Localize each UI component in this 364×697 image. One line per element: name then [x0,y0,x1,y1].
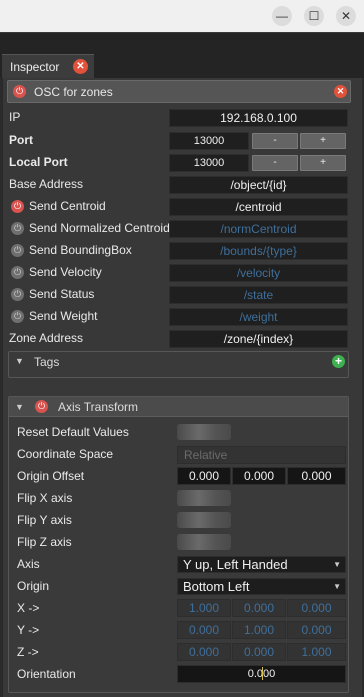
x-mapping-label: X -> [17,601,40,615]
send-status-label: Send Status [29,287,95,301]
base-address-field[interactable]: /object/{id} [169,176,348,194]
send-bbox-field: /bounds/{type} [169,242,348,260]
axis-transform-power-icon[interactable]: ⏻ [35,400,48,413]
flip-x-toggle[interactable] [177,490,231,506]
send-weight-label: Send Weight [29,309,98,323]
origin-select[interactable]: Bottom Left ▼ [177,578,346,595]
local-port-decrement-button[interactable]: - [252,155,298,171]
axis-transform-title: Axis Transform [58,400,139,414]
origin-select-value: Bottom Left [183,579,250,594]
flip-z-toggle[interactable] [177,534,231,550]
local-port-label: Local Port [9,155,68,169]
window-titlebar: — ☐ ✕ [0,0,364,32]
send-bbox-toggle-icon[interactable]: ⏻ [11,244,24,257]
z-mapping-z-field: 1.000 [287,643,346,661]
local-port-field[interactable]: 13000 [169,154,249,172]
send-centroid-toggle-icon[interactable]: ⏻ [11,200,24,213]
send-norm-centroid-field: /normCentroid [169,220,348,238]
y-mapping-x-field: 0.000 [177,621,231,639]
coordinate-space-select[interactable]: Relative [177,446,346,464]
chevron-down-icon[interactable]: ▼ [15,356,24,366]
base-address-label: Base Address [9,177,84,191]
power-icon[interactable]: ⏻ [13,85,26,98]
flip-y-toggle[interactable] [177,512,231,528]
send-norm-centroid-toggle-icon[interactable]: ⏻ [11,222,24,235]
ip-label: IP [9,110,21,124]
send-norm-centroid-label: Send Normalized Centroid [29,221,170,235]
flip-z-label: Flip Z axis [17,535,72,549]
send-velocity-field: /velocity [169,264,348,282]
x-mapping-x-field: 1.000 [177,599,231,617]
orientation-label: Orientation [17,667,76,681]
port-field[interactable]: 13000 [169,132,249,150]
send-status-toggle-icon[interactable]: ⏻ [11,288,24,301]
maximize-button[interactable]: ☐ [304,6,324,26]
z-mapping-x-field: 0.000 [177,643,231,661]
zone-address-field[interactable]: /zone/{index} [169,330,348,348]
tags-section: ▼ Tags + [8,351,349,378]
origin-label: Origin [17,579,50,593]
origin-offset-z-field[interactable]: 0.000 [287,467,346,485]
origin-offset-x-field[interactable]: 0.000 [177,467,231,485]
x-mapping-z-field: 0.000 [287,599,346,617]
tab-close-icon[interactable]: ✕ [73,59,88,74]
tab-inspector[interactable]: Inspector ✕ [2,54,94,78]
send-centroid-label: Send Centroid [29,199,106,213]
axis-label: Axis [17,557,40,571]
minimize-button[interactable]: — [272,6,292,26]
y-mapping-z-field: 0.000 [287,621,346,639]
send-velocity-toggle-icon[interactable]: ⏻ [11,266,24,279]
send-weight-toggle-icon[interactable]: ⏻ [11,310,24,323]
coordinate-space-label: Coordinate Space [17,447,114,461]
origin-offset-y-field[interactable]: 0.000 [232,467,286,485]
flip-x-label: Flip X axis [17,491,73,505]
port-increment-button[interactable]: + [300,133,346,149]
tags-title: Tags [34,355,60,369]
flip-y-label: Flip Y axis [17,513,72,527]
orientation-slider-handle[interactable] [262,667,263,680]
z-mapping-label: Z -> [17,645,39,659]
send-bbox-label: Send BoundingBox [29,243,132,257]
dropdown-arrow-icon: ▼ [333,560,341,569]
component-title: OSC for zones [34,85,113,99]
reset-defaults-button[interactable] [177,424,231,440]
local-port-increment-button[interactable]: + [300,155,346,171]
origin-offset-label: Origin Offset [17,469,85,483]
axis-select-value: Y up, Left Handed [183,557,288,572]
tab-bar: Inspector ✕ [0,32,364,78]
reset-defaults-label: Reset Default Values [17,425,129,439]
zone-address-label: Zone Address [9,331,84,345]
send-velocity-label: Send Velocity [29,265,102,279]
z-mapping-y-field: 0.000 [232,643,286,661]
send-status-field: /state [169,286,348,304]
send-centroid-field[interactable]: /centroid [169,198,348,216]
axis-select[interactable]: Y up, Left Handed ▼ [177,556,346,573]
x-mapping-y-field: 0.000 [232,599,286,617]
close-window-button[interactable]: ✕ [336,6,356,26]
component-header: ⏻ OSC for zones ✕ [7,80,351,103]
chevron-down-icon[interactable]: ▼ [15,402,24,412]
ip-field[interactable]: 192.168.0.100 [169,109,348,127]
port-label: Port [9,133,33,147]
port-decrement-button[interactable]: - [252,133,298,149]
tab-label: Inspector [10,60,60,74]
y-mapping-label: Y -> [17,623,40,637]
dropdown-arrow-icon: ▼ [333,582,341,591]
add-tag-icon[interactable]: + [332,355,345,368]
remove-component-icon[interactable]: ✕ [334,85,347,98]
y-mapping-y-field: 1.000 [232,621,286,639]
send-weight-field: /weight [169,308,348,326]
axis-transform-header: ▼ ⏻ Axis Transform [9,397,348,417]
